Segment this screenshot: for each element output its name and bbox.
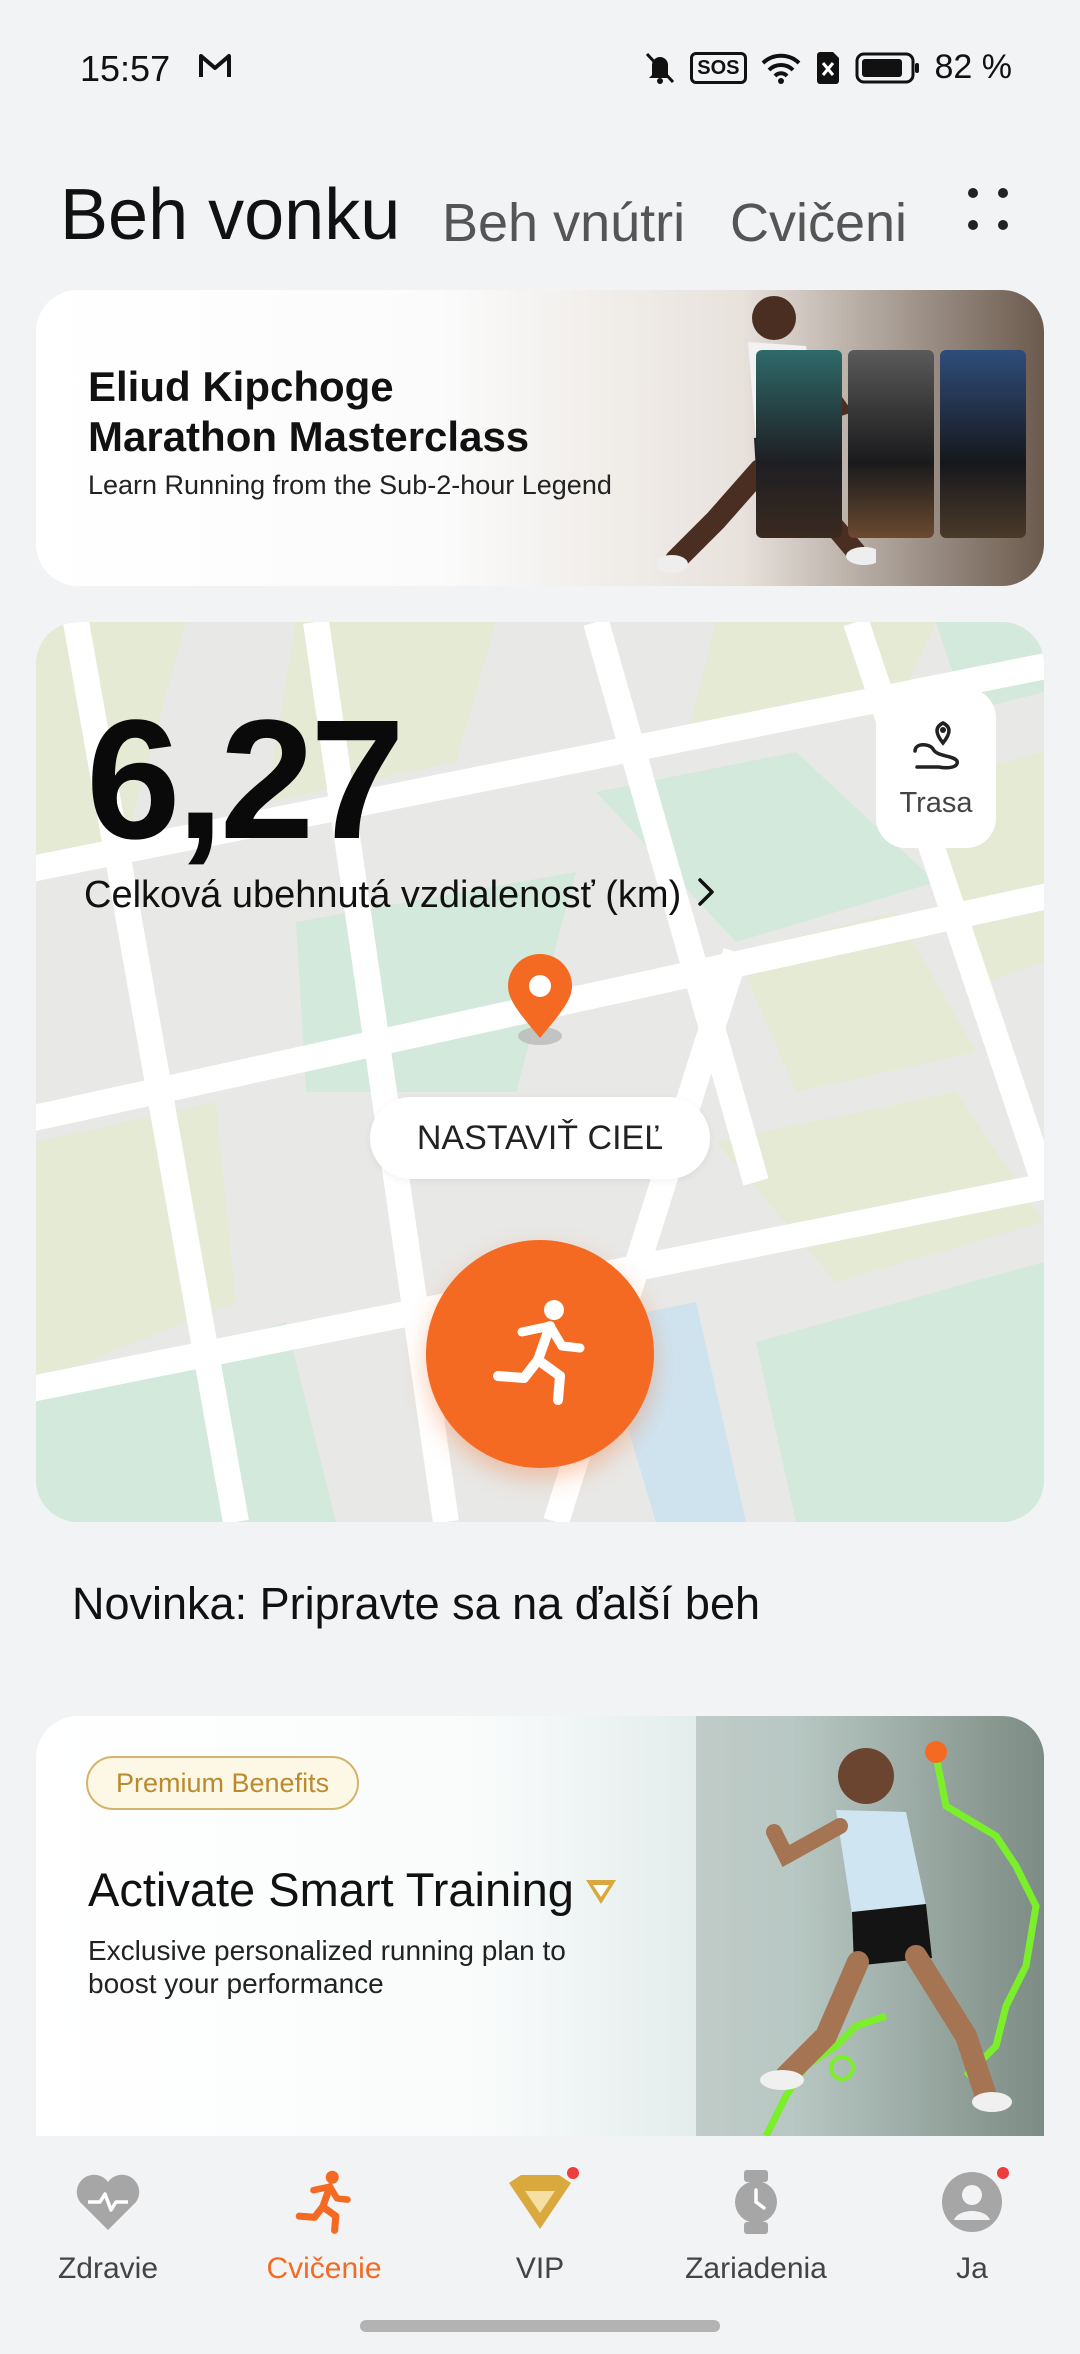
nav-me-label: Ja [956, 2252, 988, 2285]
smart-training-banner[interactable]: Premium Benefits Activate Smart Training… [36, 1716, 1044, 2136]
premium-badge: Premium Benefits [86, 1756, 360, 1810]
nav-health-label: Zdravie [57, 2252, 159, 2285]
nav-devices-label: Zariadenia [685, 2252, 827, 2285]
smart-training-subtitle: Exclusive personalized running plan to b… [88, 1935, 566, 1999]
banner-title-line2: Marathon Masterclass [88, 413, 530, 460]
run-map-card: 6,27 Celková ubehnutá vzdialenosť (km) T… [36, 622, 1044, 1522]
home-indicator[interactable] [360, 2320, 720, 2332]
total-distance-value: 6,27 [86, 685, 405, 875]
nav-health[interactable]: Zdravie [18, 2166, 198, 2286]
mute-icon [644, 51, 676, 85]
vip-notification-dot [564, 2164, 582, 2182]
sos-icon: SOS [690, 51, 747, 84]
set-goal-button[interactable]: NASTAVIŤ CIEĽ [370, 1097, 710, 1179]
nav-exercise[interactable]: Cvičenie [234, 2166, 414, 2286]
smart-training-title: Activate Smart Training [88, 1862, 618, 1917]
vip-diamond-icon [584, 1862, 618, 1917]
route-label: Trasa [899, 786, 973, 819]
nav-me[interactable]: Ja [882, 2164, 1062, 2286]
battery-icon [855, 52, 921, 84]
route-icon [909, 717, 963, 779]
athlete-photo [760, 1748, 1012, 2112]
coach-photo-3 [940, 350, 1026, 538]
banner-title-line1: Eliud Kipchoge [88, 363, 394, 410]
heart-icon [18, 2166, 198, 2238]
total-distance-label: Celková ubehnutá vzdialenosť (km) [84, 874, 682, 916]
avatar-icon [882, 2164, 1062, 2238]
section-title: Novinka: Pripravte sa na ďalší beh [72, 1578, 761, 1629]
route-button[interactable]: Trasa [876, 688, 996, 848]
start-run-button[interactable] [426, 1240, 654, 1468]
nav-devices[interactable]: Zariadenia [666, 2166, 846, 2286]
coach-photo-2 [848, 350, 934, 538]
me-notification-dot [994, 2164, 1012, 2182]
banner-title: Eliud Kipchoge Marathon Masterclass [88, 362, 529, 462]
diamond-icon [450, 2164, 630, 2238]
nav-vip[interactable]: VIP [450, 2164, 630, 2286]
runner-icon [488, 1296, 592, 1413]
status-icons: SOS 82 % [644, 48, 1012, 87]
runner-icon [234, 2166, 414, 2238]
battery-percent: 82 % [934, 48, 1013, 86]
sport-tabs: Beh vonku Beh vnútri Cvičeni [60, 170, 1020, 260]
status-time: 15:57 [80, 48, 171, 89]
gmail-icon [198, 52, 232, 85]
wifi-icon [761, 52, 801, 84]
tab-outdoor-run[interactable]: Beh vonku [60, 174, 400, 256]
nav-exercise-label: Cvičenie [266, 2252, 382, 2285]
location-pin-icon [502, 952, 578, 1053]
tab-indoor-run[interactable]: Beh vnútri [442, 192, 685, 254]
coach-photo-1 [756, 350, 842, 538]
nav-vip-label: VIP [515, 2252, 565, 2285]
more-tabs-icon[interactable] [960, 180, 1020, 240]
banner-subtitle: Learn Running from the Sub-2-hour Legend [88, 470, 612, 500]
status-bar: 15:57 SOS 82 % [0, 0, 1080, 140]
tab-exercise[interactable]: Cvičeni [730, 192, 907, 254]
smart-training-title-text: Activate Smart Training [88, 1863, 574, 1916]
no-sim-icon [815, 51, 841, 85]
masterclass-banner[interactable]: Eliud Kipchoge Marathon Masterclass Lear… [36, 290, 1044, 586]
chevron-right-icon [697, 874, 715, 917]
total-distance-link[interactable]: Celková ubehnutá vzdialenosť (km) [84, 874, 715, 917]
watch-icon [666, 2166, 846, 2238]
